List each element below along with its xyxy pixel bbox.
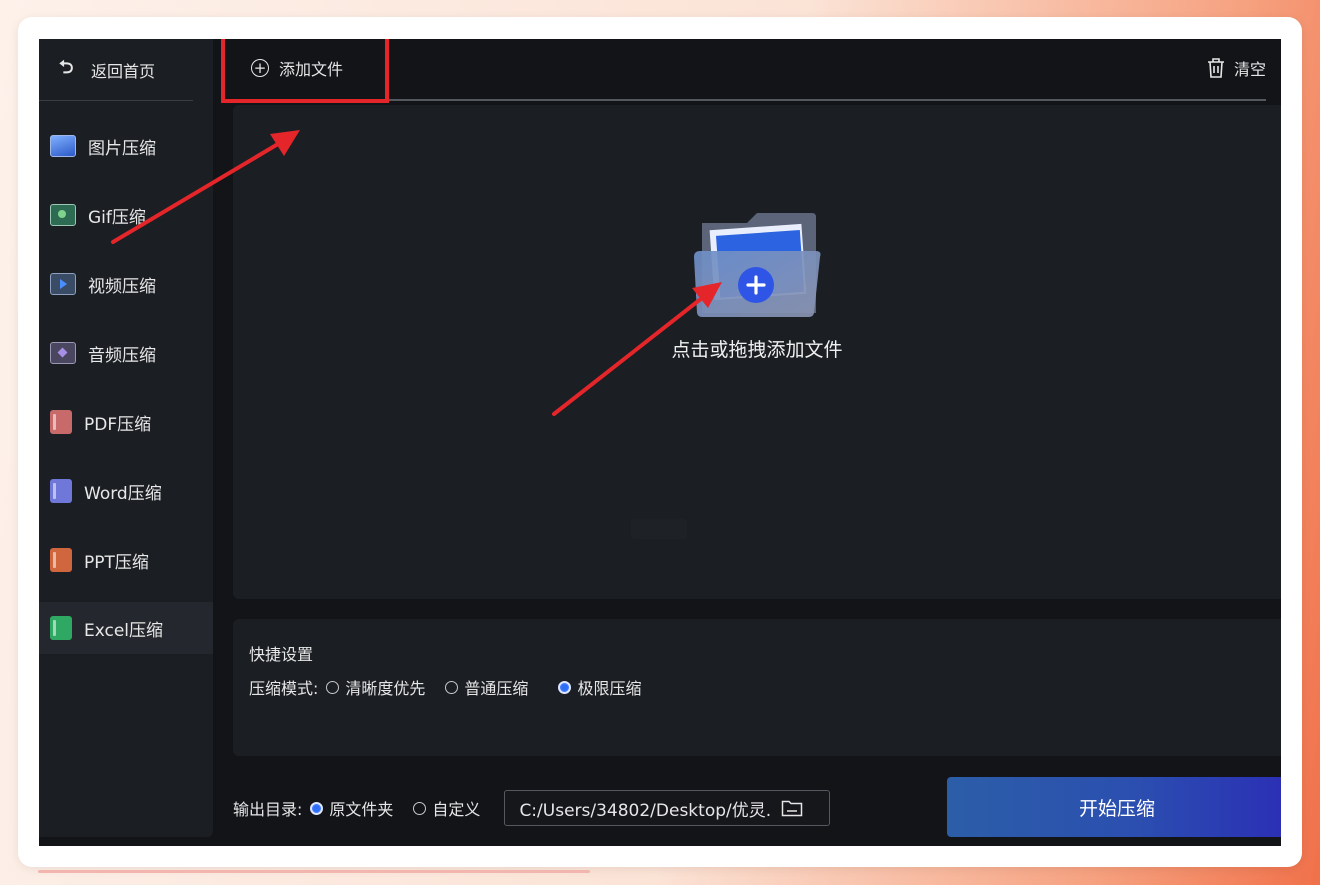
- compressor-app: ⮌ 返回首页 图片压缩 Gif压缩 视频压缩 音频压缩 PDF压缩 Word压缩: [39, 39, 1281, 846]
- back-home-button[interactable]: ⮌ 返回首页: [39, 39, 193, 101]
- sidebar-item-label: Gif压缩: [88, 207, 146, 228]
- radio-label: 清晰度优先: [345, 679, 426, 698]
- top-toolbar: + 添加文件 清空: [248, 39, 1266, 101]
- start-compress-button[interactable]: 开始压缩: [947, 777, 1281, 837]
- back-arrow-icon: ⮌: [59, 56, 74, 78]
- sidebar-item-pdf[interactable]: PDF压缩: [39, 396, 213, 448]
- radio-icon: [445, 680, 459, 694]
- sidebar-item-gif[interactable]: Gif压缩: [39, 189, 213, 241]
- clear-button[interactable]: 清空: [1206, 56, 1266, 80]
- folder-add-icon: [694, 213, 821, 317]
- sidebar-item-word[interactable]: Word压缩: [39, 465, 213, 517]
- word-icon: [50, 479, 72, 503]
- trash-icon: [1207, 58, 1224, 78]
- mode-radio-clarity[interactable]: 清晰度优先: [326, 675, 425, 699]
- sidebar-item-label: Word压缩: [84, 483, 162, 504]
- sidebar-item-video[interactable]: 视频压缩: [39, 258, 213, 310]
- audio-icon: [50, 342, 76, 364]
- sidebar-item-audio[interactable]: 音频压缩: [39, 327, 213, 379]
- output-directory-label: 输出目录:: [233, 800, 303, 819]
- mode-radio-extreme[interactable]: 极限压缩: [558, 675, 641, 699]
- excel-icon: [50, 616, 72, 640]
- radio-icon: [326, 680, 340, 694]
- back-home-label: 返回首页: [91, 61, 156, 81]
- radio-label: 自定义: [432, 800, 481, 819]
- video-icon: [50, 273, 76, 295]
- annotation-highlight-box: [221, 39, 389, 103]
- drop-hint-text: 点击或拖拽添加文件: [671, 339, 843, 361]
- compression-mode-label: 压缩模式:: [249, 679, 319, 698]
- radio-label: 普通压缩: [464, 679, 529, 698]
- output-path-field[interactable]: C:/Users/34802/Desktop/优灵.: [504, 790, 831, 826]
- output-path-text: C:/Users/34802/Desktop/优灵.: [519, 800, 772, 821]
- decorative-underline: [38, 870, 590, 873]
- sidebar: ⮌ 返回首页 图片压缩 Gif压缩 视频压缩 音频压缩 PDF压缩 Word压缩: [39, 39, 213, 837]
- sidebar-item-label: 音频压缩: [88, 345, 156, 366]
- sidebar-item-label: Excel压缩: [84, 620, 164, 641]
- folder-icon[interactable]: [781, 799, 803, 817]
- ppt-icon: [50, 548, 72, 572]
- output-radio-original[interactable]: 原文件夹: [310, 796, 393, 820]
- quick-settings-title: 快捷设置: [249, 645, 314, 664]
- sidebar-item-label: 视频压缩: [88, 276, 156, 297]
- image-icon: [50, 135, 76, 157]
- radio-label: 原文件夹: [329, 800, 394, 819]
- radio-label: 极限压缩: [577, 679, 642, 698]
- radio-selected-icon: [558, 680, 572, 694]
- sidebar-item-image[interactable]: 图片压缩: [39, 120, 213, 172]
- mode-radio-normal[interactable]: 普通压缩: [445, 675, 528, 699]
- radio-selected-icon: [310, 801, 324, 815]
- radio-icon: [413, 801, 427, 815]
- sidebar-item-label: PPT压缩: [84, 552, 149, 573]
- sidebar-item-ppt[interactable]: PPT压缩: [39, 534, 213, 586]
- sidebar-item-label: PDF压缩: [84, 414, 152, 435]
- sidebar-item-excel[interactable]: Excel压缩: [39, 602, 213, 654]
- pdf-icon: [50, 410, 72, 434]
- sidebar-item-label: 图片压缩: [88, 138, 156, 159]
- output-directory-row: 输出目录: 原文件夹 自定义 C:/Users/34802/Desktop/优灵…: [233, 789, 831, 827]
- clear-label: 清空: [1233, 60, 1266, 79]
- quick-settings-panel: 快捷设置 压缩模式: 清晰度优先 普通压缩 极限压缩: [233, 619, 1281, 756]
- output-radio-custom[interactable]: 自定义: [413, 796, 480, 820]
- compression-mode-row: 压缩模式: 清晰度优先 普通压缩 极限压缩: [249, 675, 661, 699]
- file-drop-zone[interactable]: 点击或拖拽添加文件: [233, 105, 1281, 599]
- gif-icon: [50, 204, 76, 226]
- placeholder-ghost: [631, 519, 687, 539]
